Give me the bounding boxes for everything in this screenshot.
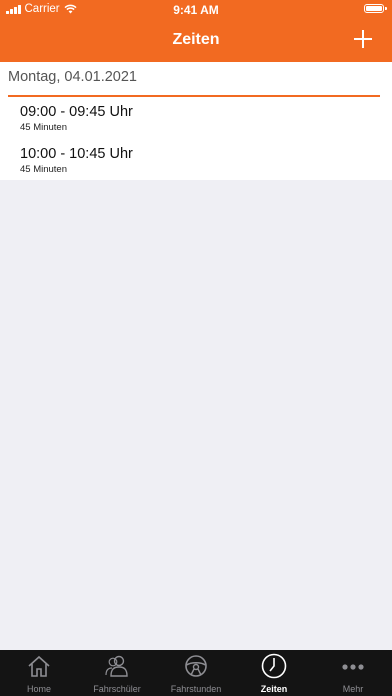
home-icon	[28, 655, 50, 677]
battery-icon	[364, 4, 387, 13]
tab-label: Zeiten	[260, 684, 288, 694]
tab-label: Fahrstunden	[170, 684, 222, 694]
more-dots-icon	[342, 664, 364, 670]
add-button[interactable]	[350, 26, 376, 52]
tab-lessons[interactable]: Fahrstunden	[157, 650, 235, 696]
tab-label: Fahrschüler	[93, 684, 141, 694]
tab-home[interactable]: Home	[0, 650, 78, 696]
entry-time: 10:00 - 10:45 Uhr	[20, 146, 133, 162]
tab-times[interactable]: Zeiten	[235, 650, 313, 696]
section-divider	[8, 95, 380, 97]
tab-label: Home	[26, 684, 51, 694]
tab-label: Mehr	[342, 684, 364, 694]
section-header: Montag, 04.01.2021	[8, 69, 137, 85]
tab-more[interactable]: Mehr	[314, 650, 392, 696]
list-item[interactable]: 10:00 - 10:45 Uhr 45 Minuten	[20, 146, 392, 175]
status-bar: Carrier 9:41 AM	[0, 0, 392, 20]
tab-students[interactable]: Fahrschüler	[78, 650, 156, 696]
tab-bar: Home Fahrschüler Fahrstunden Zeiten Mehr	[0, 650, 392, 696]
entry-duration: 45 Minuten	[20, 122, 68, 133]
times-list: Montag, 04.01.2021 09:00 - 09:45 Uhr 45 …	[0, 62, 392, 180]
status-right	[364, 4, 387, 13]
entry-time: 09:00 - 09:45 Uhr	[20, 104, 133, 120]
entry-duration: 45 Minuten	[20, 164, 68, 175]
status-time: 9:41 AM	[173, 3, 219, 17]
clock-icon	[261, 653, 287, 679]
page-title: Zeiten	[172, 31, 220, 48]
list-item[interactable]: 09:00 - 09:45 Uhr 45 Minuten	[20, 104, 392, 133]
students-icon	[105, 655, 128, 677]
top-bar: Carrier 9:41 AM Zeiten	[0, 0, 392, 62]
steering-wheel-icon	[185, 655, 207, 677]
